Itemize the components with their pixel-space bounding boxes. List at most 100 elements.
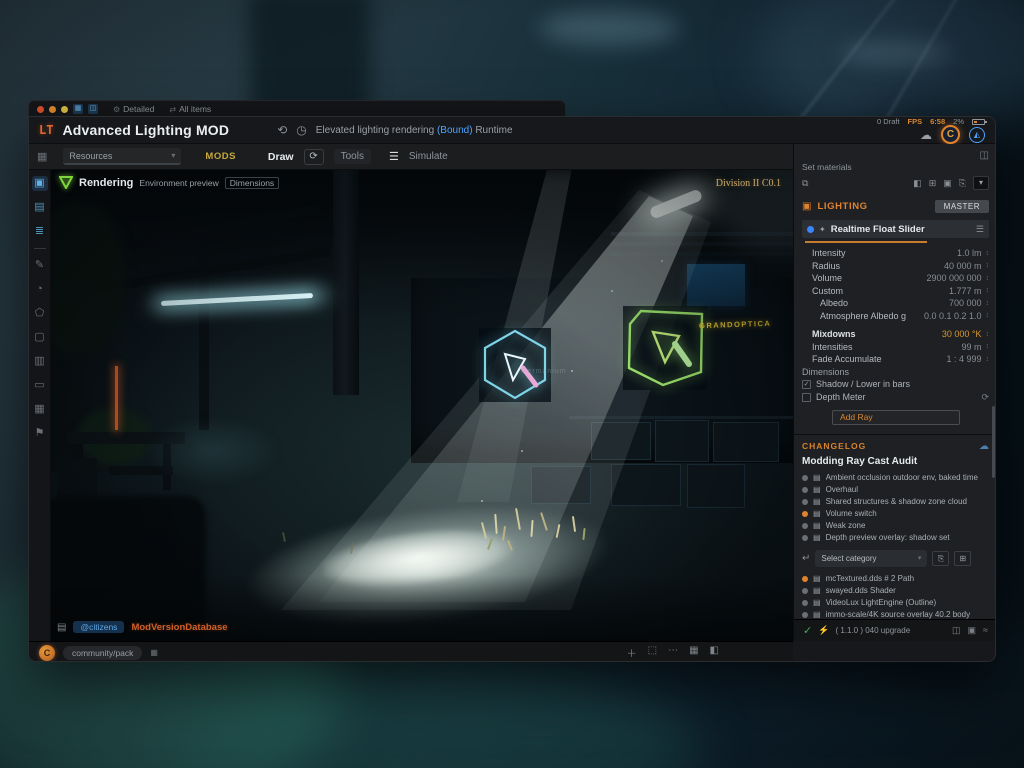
stepper-icon[interactable]: ↕ [986,356,990,363]
stepper-icon[interactable]: ↕ [986,262,990,269]
signal-icon[interactable]: ≈ [983,625,988,636]
stepper-icon[interactable]: ↕ [986,300,990,307]
layers-icon[interactable]: ⧉ [802,178,808,189]
expand-button[interactable]: ⊞ [954,551,971,566]
stepper-icon[interactable]: ↕ [986,331,990,338]
layout-icon[interactable]: ◫ [952,625,961,636]
brand-tag[interactable]: Dimensions [225,177,279,189]
add-ray-button[interactable]: Add Ray [832,410,960,425]
stepper-icon[interactable]: ↕ [986,312,990,319]
grid-mini-icon[interactable]: ▦ [150,648,158,657]
sidebar-item-flag[interactable]: ⚑ [32,426,48,441]
refresh-icon[interactable]: ⟳ [981,392,989,403]
changelog-item[interactable]: ▤ Volume switch [802,508,989,520]
history-icon[interactable]: ⟲ [277,123,287,137]
sidebar-item-image[interactable]: ▤ [32,200,48,215]
copy-icon[interactable]: ⎘ [959,178,966,189]
property-row[interactable]: Intensity 1.0 lm ↕ [802,247,989,260]
tab-simulate[interactable]: Simulate [409,151,448,162]
file-item[interactable]: ▤ swayed.dds Shader [802,585,989,597]
window-icon[interactable]: ▣ [943,178,952,189]
viewport-canvas[interactable]: Germanium GRANDOPTICA [51,170,793,641]
category-select[interactable]: Select category ▾ [815,550,927,567]
property-row[interactable]: Volume 2900 000 000 ↕ [802,272,989,285]
property-row[interactable]: Custom 1.777 m ↕ [802,285,989,298]
rotate-button[interactable]: ⟳ [304,149,324,165]
strip-tab-detailed[interactable]: ⚙ Detailed [113,104,154,114]
strip-tab-all-items[interactable]: ⇄ All items [169,104,211,114]
sidebar-item-brush[interactable]: ✎ [32,258,48,273]
lighting-section-header[interactable]: ▣ LIGHTING MASTER [802,196,989,216]
copy-button[interactable]: ⎘ [932,551,949,566]
changelog-item[interactable]: ▤ Depth preview overlay: shadow set [802,532,989,544]
more-icon[interactable]: ⋯ [668,645,678,660]
sidebar-item-cards[interactable]: ▥ [32,354,48,369]
changelog-item[interactable]: ▤ Shared structures & shadow zone cloud [802,496,989,508]
split-icon[interactable]: ◧ [710,645,719,660]
stepper-icon[interactable]: ↕ [986,343,990,350]
changelog-header: CHANGELOG ☁ [802,441,989,452]
selected-node-row[interactable]: ✦ Realtime Float Slider ☰ [802,220,989,238]
cloud-icon[interactable]: ☁ [920,128,932,142]
stepper-icon[interactable]: ↕ [986,250,990,257]
mods-label[interactable]: MODS [205,151,236,162]
window-dot-yellow[interactable] [61,106,68,113]
active-underline [805,241,927,243]
changelog-item[interactable]: ▤ Weak zone [802,520,989,532]
cloud-sync-icon[interactable]: ☁ [979,441,989,452]
file-item[interactable]: ▤ VideoLux LightEngine (Outline) [802,597,989,609]
window-dot-orange[interactable] [49,106,56,113]
tab-tools[interactable]: Tools [334,149,371,164]
add-icon[interactable]: ＋ [627,645,637,660]
collapse-button[interactable]: ▾ [973,176,989,190]
user-avatar[interactable]: C [39,645,55,661]
checkbox-icon[interactable] [802,393,811,402]
window-dot-red[interactable] [37,106,44,113]
panel-icon[interactable]: ◧ [913,178,922,189]
master-button[interactable]: MASTER [935,200,989,213]
stepper-icon[interactable]: ↕ [986,275,990,282]
property-row[interactable]: Radius 40 000 m ↕ [802,260,989,273]
property-row[interactable]: Mixdowns 30 000 °K ↕ [802,328,989,341]
mini-app-icon[interactable]: ▦ [73,104,83,114]
titlebar-right: 0 Draft FPS 6:58 2% ☁ C ◭ [877,117,985,143]
changelog-item[interactable]: ▤ Overhaul [802,484,989,496]
columns-icon[interactable]: ◫ [980,150,989,161]
mini-app-icon[interactable]: ◫ [88,104,98,114]
scrollbar[interactable] [992,406,995,478]
sidebar-item-grid[interactable]: ▦ [32,402,48,417]
citizens-tag[interactable]: @citizens [73,621,124,633]
grid-icon[interactable]: ▦ [37,150,47,163]
mod-database-link[interactable]: ModVersionDatabase [131,622,227,633]
filter-icon[interactable]: ☰ [389,150,399,163]
property-row[interactable]: Intensities 99 m ↕ [802,341,989,354]
sidebar-item-box[interactable]: ▢ [32,330,48,345]
sidebar-item-list[interactable]: ≣ [32,224,48,239]
menu-icon[interactable]: ☰ [976,224,984,235]
sidebar-item-globe[interactable]: ◔ [32,282,48,297]
expand-icon[interactable]: ⊞ [929,178,937,189]
window-icon[interactable]: ▣ [968,625,977,636]
clock-icon[interactable]: ◷ [296,123,306,137]
community-pill[interactable]: community/pack [63,646,142,660]
checkbox-icon[interactable]: ✓ [802,380,811,389]
viewport-brand: Rendering Environment preview Dimensions [59,176,279,189]
checkbox-row-shadow[interactable]: ✓ Shadow / Lower in bars [802,378,989,391]
sidebar-item-panel[interactable]: ▭ [32,378,48,393]
file-item[interactable]: ▤ mcTextured.dds # 2 Path [802,573,989,585]
changelog-item[interactable]: ▤ Ambient occlusion outdoor env, baked t… [802,472,989,484]
frame-icon[interactable]: ⬚ [648,645,657,660]
title-bar: LT Advanced Lighting MOD ⟲ ◷ Elevated li… [29,117,995,144]
grid-icon[interactable]: ▦ [689,645,698,660]
tab-draw[interactable]: Draw [268,151,294,163]
property-row[interactable]: Atmosphere Albedo g 0.0 0.1 0.2 1.0 ↕ [802,310,989,323]
brand-badge-icon[interactable]: C [941,125,960,144]
resources-dropdown[interactable]: Resources ▾ [63,148,181,165]
stepper-icon[interactable]: ↕ [986,287,990,294]
sidebar-item-shield[interactable]: ⬠ [32,306,48,321]
property-row[interactable]: Albedo 700 000 ↕ [802,297,989,310]
property-row[interactable]: Fade Accumulate 1 : 4 999 ↕ [802,353,989,366]
checkbox-row-depth[interactable]: Depth Meter ⟳ [802,391,989,404]
sidebar-item-scene[interactable]: ▣ [32,176,48,191]
triangle-badge-icon[interactable]: ◭ [969,127,985,143]
